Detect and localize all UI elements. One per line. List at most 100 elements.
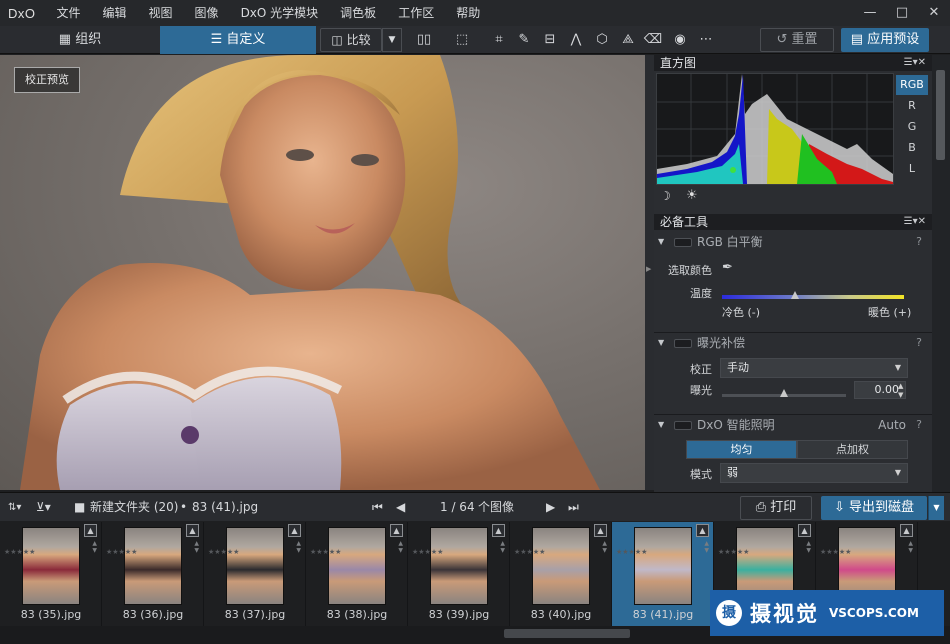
maximize-button[interactable]: □ [886,0,918,26]
filmstrip-thumbnail[interactable]: ★★★★★ ▲ ▲ ▼ 83 (36).jpg [102,522,204,626]
tab-organize[interactable]: ▦ 组织 [0,26,160,54]
rating-stars-icon[interactable]: ★★★★★ [616,548,647,557]
smart-lighting-toggle[interactable] [674,421,692,430]
reset-button[interactable]: ↺ 重置 [760,28,834,52]
white-balance-header[interactable]: ▼ RGB 白平衡 ? [654,232,932,252]
pick-reject-icon[interactable]: ▲ ▼ [194,540,199,554]
filmstrip-thumbnail[interactable]: ★★★★★ ▲ ▲ ▼ 83 (37).jpg [204,522,306,626]
pick-reject-icon[interactable]: ▲ ▼ [806,540,811,554]
panel-menu-icon[interactable]: ☰▾✕ [904,214,926,230]
previous-image-icon[interactable]: ◀ [396,493,405,522]
volume-deformation-icon[interactable]: ⬡ [592,30,612,50]
export-dropdown-button[interactable]: ▼ [928,496,944,520]
rating-stars-icon[interactable]: ★★★★★ [4,548,35,557]
filmstrip-thumbnail[interactable]: ★★★★★ ▲ ▲ ▼ 83 (39).jpg [408,522,510,626]
fit-screen-icon[interactable]: ⬚ [452,30,472,50]
white-balance-help[interactable]: ? [916,232,922,252]
pick-reject-icon[interactable]: ▲ ▼ [704,540,709,554]
filmstrip-thumbnail[interactable]: ★★★★★ ▲ ▲ ▼ 83 (35).jpg [0,522,102,626]
smart-lighting-header[interactable]: ▼ DxO 智能照明 Auto ? [654,415,932,435]
channel-l-button[interactable]: L [896,159,928,179]
eyedropper-icon[interactable]: ✒ [722,260,733,275]
correction-label: 校正 [690,363,712,376]
rating-stars-icon[interactable]: ★★★★★ [208,548,239,557]
menu-palettes[interactable]: 调色板 [329,0,387,26]
filmstrip-scrollbar-thumb[interactable] [504,629,630,638]
compare-button[interactable]: ◫ 比较 [320,28,382,52]
repair-icon[interactable]: ⟁ [618,30,638,50]
increment-icon[interactable]: ▲ [898,382,903,390]
sort-icon[interactable]: ⇅▾ [8,493,21,522]
exposure-help[interactable]: ? [916,333,922,353]
menu-view[interactable]: 视图 [138,0,184,26]
expand-triangle-icon[interactable]: ▼ [658,333,664,353]
panel-collapse-handle[interactable]: ▶ [645,55,654,490]
eye-icon[interactable]: ◉ [670,30,690,50]
channel-r-button[interactable]: R [896,96,928,116]
first-image-icon[interactable]: ⏮ [372,493,383,522]
pick-reject-icon[interactable]: ▲ ▼ [500,540,505,554]
filter-icon[interactable]: ⊻▾ [36,493,51,522]
shadow-clipping-icon[interactable]: ☽ [660,189,671,203]
close-button[interactable]: ✕ [918,0,950,26]
menu-optics-modules[interactable]: DxO 光学模块 [230,0,330,26]
panel-scrollbar-thumb[interactable] [936,70,945,160]
exposure-slider-knob[interactable] [780,389,788,397]
compare-dropdown-button[interactable]: ▼ [382,28,402,52]
exposure-header[interactable]: ▼ 曝光补偿 ? [654,333,932,353]
pick-reject-icon[interactable]: ▲ ▼ [908,540,913,554]
eyedropper-icon[interactable]: ✎ [514,30,534,50]
rating-stars-icon[interactable]: ★★★★★ [106,548,137,557]
rating-stars-icon[interactable]: ★★★★★ [820,548,851,557]
temperature-slider-track[interactable] [722,295,904,299]
smart-lighting-help[interactable]: ? [916,415,922,435]
filmstrip-thumbnail[interactable]: ★★★★★ ▲ ▲ ▼ 83 (41).jpg [612,522,714,626]
pick-reject-icon[interactable]: ▲ ▼ [602,540,607,554]
pick-reject-icon[interactable]: ▲ ▼ [92,540,97,554]
export-to-disk-button[interactable]: ⇩ 导出到磁盘 [821,496,927,520]
overexposure-icon[interactable]: ⋯ [696,30,716,50]
white-balance-toggle[interactable] [674,238,692,247]
panel-menu-icon[interactable]: ☰▾✕ [904,55,926,71]
menu-workspace[interactable]: 工作区 [387,0,445,26]
expand-triangle-icon[interactable]: ▼ [658,415,664,435]
rating-stars-icon[interactable]: ★★★★★ [718,548,749,557]
channel-rgb-button[interactable]: RGB [896,75,928,95]
menu-image[interactable]: 图像 [184,0,230,26]
menu-help[interactable]: 帮助 [445,0,491,26]
temperature-slider-knob[interactable] [790,291,799,299]
print-button[interactable]: ⎙ 打印 [740,496,812,520]
correction-select[interactable]: 手动 ▼ [720,358,908,378]
rating-stars-icon[interactable]: ★★★★★ [310,548,341,557]
next-image-icon[interactable]: ▶ [546,493,555,522]
decrement-icon[interactable]: ▼ [898,391,903,399]
rating-stars-icon[interactable]: ★★★★★ [514,548,545,557]
mode-uniform-button[interactable]: 均匀 [686,440,797,459]
eraser-icon[interactable]: ⌫ [643,30,663,50]
horizon-icon[interactable]: ⊟ [540,30,560,50]
exposure-toggle[interactable] [674,339,692,348]
perspective-icon[interactable]: ⋀ [566,30,586,50]
menu-edit[interactable]: 编辑 [92,0,138,26]
image-viewer[interactable]: 校正预览 [0,55,645,490]
channel-b-button[interactable]: B [896,138,928,158]
rating-stars-icon[interactable]: ★★★★★ [412,548,443,557]
expand-triangle-icon[interactable]: ▼ [658,232,664,252]
menu-file[interactable]: 文件 [46,0,92,26]
chevron-right-icon: ▶ [646,265,652,273]
pick-reject-icon[interactable]: ▲ ▼ [398,540,403,554]
mode-select[interactable]: 弱 ▼ [720,463,908,483]
apply-preset-button[interactable]: ▤ 应用预设 [841,28,929,52]
channel-g-button[interactable]: G [896,117,928,137]
last-image-icon[interactable]: ⏭ [568,493,579,522]
mode-spot-weighted-button[interactable]: 点加权 [797,440,908,459]
crop-icon[interactable]: ⌗ [489,30,509,50]
split-view-icon[interactable]: ▯▯ [414,30,434,50]
filmstrip-thumbnail[interactable]: ★★★★★ ▲ ▲ ▼ 83 (40).jpg [510,522,612,626]
tab-customize[interactable]: ☰ 自定义 [160,26,316,54]
pick-reject-icon[interactable]: ▲ ▼ [296,540,301,554]
minimize-button[interactable]: — [854,0,886,26]
filmstrip-thumbnail[interactable]: ★★★★★ ▲ ▲ ▼ 83 (38).jpg [306,522,408,626]
highlight-clipping-icon[interactable]: ☀ [686,188,698,203]
proof-preview-button[interactable]: 校正预览 [14,67,80,93]
